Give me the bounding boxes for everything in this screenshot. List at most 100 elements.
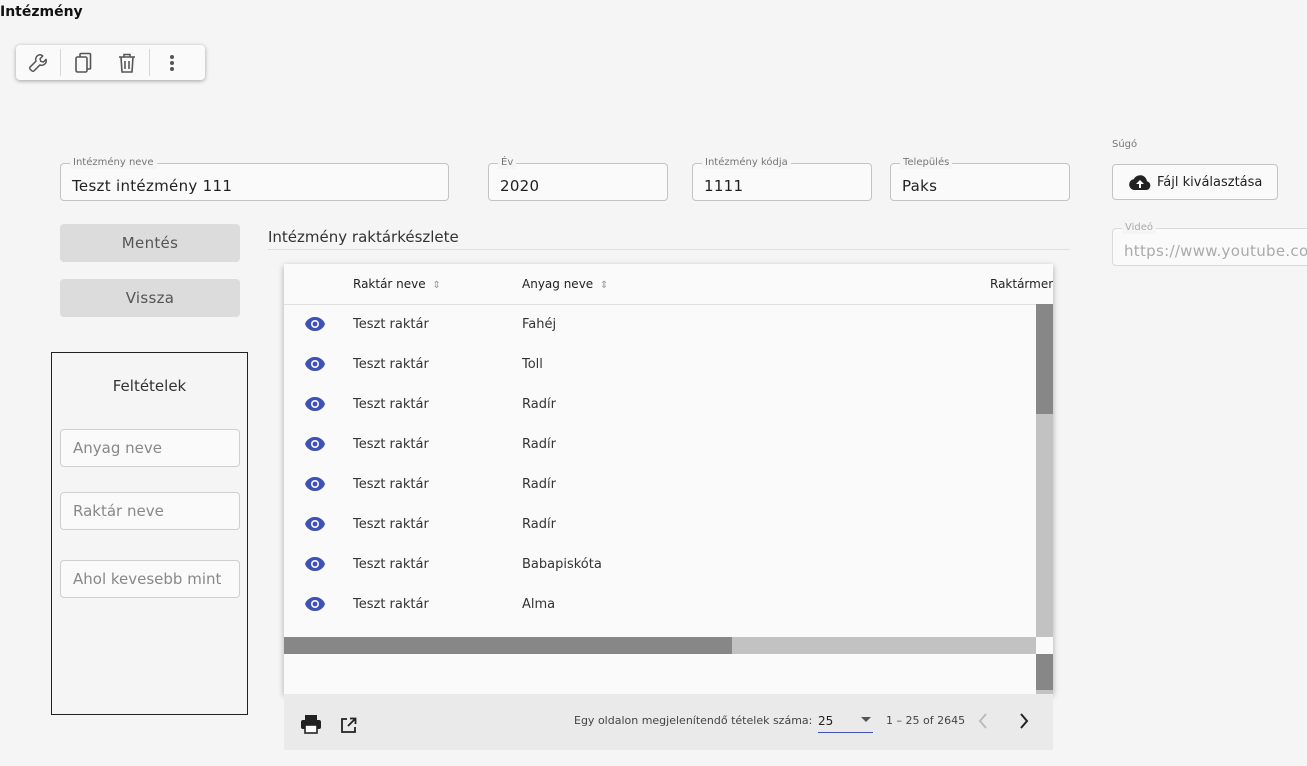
material-cell: Toll (522, 357, 543, 372)
open-external-button[interactable] (340, 717, 357, 738)
print-icon (301, 715, 321, 734)
year-label: Év (498, 157, 517, 169)
warehouse-cell: Teszt raktár (353, 597, 429, 612)
page-title: Intézmény (0, 4, 83, 20)
horizontal-scrollbar[interactable] (284, 637, 1036, 654)
table-row: Teszt raktár Radír (284, 424, 1036, 464)
material-name-input[interactable]: Anyag neve (60, 429, 240, 467)
page-size-select[interactable]: 25 (818, 709, 873, 733)
warehouse-cell: Teszt raktár (353, 397, 429, 412)
section-divider (268, 249, 1070, 250)
eye-icon (305, 397, 325, 411)
view-button[interactable] (304, 516, 326, 536)
video-placeholder: https://www.youtube.com (1124, 242, 1307, 260)
institution-name-value: Teszt intézmény 111 (72, 177, 233, 195)
sort-icon: ⇕ (432, 280, 441, 291)
material-cell: Fahéj (522, 317, 557, 332)
video-label: Videó (1122, 222, 1157, 234)
scroll-track-lower (1036, 654, 1053, 694)
delete-button[interactable] (105, 45, 149, 80)
choose-file-button[interactable]: Fájl kiválasztása (1112, 164, 1278, 200)
print-button[interactable] (300, 714, 322, 738)
vertical-scrollbar-thumb[interactable] (1036, 304, 1053, 414)
year-value: 2020 (500, 177, 540, 195)
material-cell: Babapiskóta (522, 557, 602, 572)
eye-icon (305, 517, 325, 531)
delete-icon (119, 53, 135, 73)
warehouse-cell: Teszt raktár (353, 437, 429, 452)
chevron-left-icon (978, 713, 987, 729)
choose-file-label: Fájl kiválasztása (1157, 174, 1263, 190)
table-row: Teszt raktár Radír (284, 384, 1036, 424)
table-row: Teszt raktár Radír (284, 464, 1036, 504)
view-button[interactable] (304, 436, 326, 456)
video-url-input[interactable]: Videó https://www.youtube.com (1112, 222, 1307, 266)
column-header-material-label: Anyag neve (522, 277, 594, 291)
town-label: Település (900, 157, 953, 169)
warehouse-cell: Teszt raktár (353, 477, 429, 492)
view-button[interactable] (304, 396, 326, 416)
table-row: Teszt raktár Fahéj (284, 304, 1036, 344)
inventory-title: Intézmény raktárkészlete (268, 228, 459, 246)
table-row: Teszt raktár Toll (284, 344, 1036, 384)
horizontal-scrollbar-thumb[interactable] (284, 637, 732, 654)
column-header-quantity[interactable]: Raktármen (990, 277, 1053, 291)
open-external-icon (341, 717, 357, 733)
view-button[interactable] (304, 556, 326, 576)
warehouse-cell: Teszt raktár (353, 517, 429, 532)
view-button[interactable] (304, 476, 326, 496)
warehouse-cell: Teszt raktár (353, 357, 429, 372)
eye-icon (305, 357, 325, 371)
toolbar (16, 45, 205, 80)
institution-code-label: Intézmény kódja (702, 157, 791, 169)
next-page-button[interactable] (1018, 712, 1030, 734)
view-button[interactable] (304, 356, 326, 376)
copy-button[interactable] (61, 45, 105, 80)
warehouse-name-input[interactable]: Raktár neve (60, 492, 240, 530)
page-size-value: 25 (818, 714, 834, 728)
column-header-warehouse-label: Raktár neve (353, 277, 426, 291)
more-button[interactable] (150, 45, 194, 80)
vertical-scrollbar[interactable] (1036, 304, 1053, 637)
eye-icon (305, 477, 325, 491)
less-than-input[interactable]: Ahol kevesebb mint (60, 560, 240, 598)
table-row: Teszt raktár Alma (284, 584, 1036, 624)
column-header-warehouse[interactable]: Raktár neve ⇕ (353, 277, 441, 291)
back-button[interactable]: Vissza (60, 279, 240, 317)
material-cell: Radír (522, 397, 556, 412)
town-field[interactable]: Település Paks (890, 157, 1070, 201)
view-button[interactable] (304, 596, 326, 616)
page-range: 1 – 25 of 2645 (886, 714, 966, 727)
year-field[interactable]: Év 2020 (488, 157, 668, 201)
table-header: Raktár neve ⇕ Anyag neve ⇕ Raktármen (284, 264, 1053, 305)
eye-icon (305, 557, 325, 571)
column-header-material[interactable]: Anyag neve ⇕ (522, 277, 608, 291)
inventory-table: Raktár neve ⇕ Anyag neve ⇕ Raktármen Tes… (284, 264, 1053, 694)
material-cell: Radír (522, 477, 556, 492)
filter-title: Feltételek (112, 377, 187, 395)
previous-page-button[interactable] (977, 712, 989, 734)
institution-code-value: 1111 (704, 177, 744, 195)
town-value: Paks (902, 177, 938, 195)
table-footer: Egy oldalon megjelenítendő tételek száma… (284, 694, 1053, 750)
more-vert-icon (170, 54, 174, 71)
material-cell: Radír (522, 437, 556, 452)
institution-code-field[interactable]: Intézmény kódja 1111 (692, 157, 872, 201)
chevron-right-icon (1020, 713, 1029, 729)
wrench-icon (29, 53, 47, 72)
material-cell: Radír (522, 517, 556, 532)
save-button[interactable]: Mentés (60, 224, 240, 262)
copy-icon (75, 52, 92, 73)
cloud-upload-icon (1129, 174, 1151, 190)
material-cell: Alma (522, 597, 556, 612)
institution-name-label: Intézmény neve (70, 157, 157, 169)
table-row: Teszt raktár Radír (284, 504, 1036, 544)
view-button[interactable] (304, 316, 326, 336)
institution-name-field[interactable]: Intézmény neve Teszt intézmény 111 (60, 157, 449, 201)
sort-icon: ⇕ (600, 280, 609, 291)
wrench-button[interactable] (16, 45, 60, 80)
lower-scrollbar-thumb[interactable] (1036, 654, 1053, 690)
eye-icon (305, 597, 325, 611)
eye-icon (305, 437, 325, 451)
items-per-page-label: Egy oldalon megjelenítendő tételek száma… (574, 714, 813, 727)
